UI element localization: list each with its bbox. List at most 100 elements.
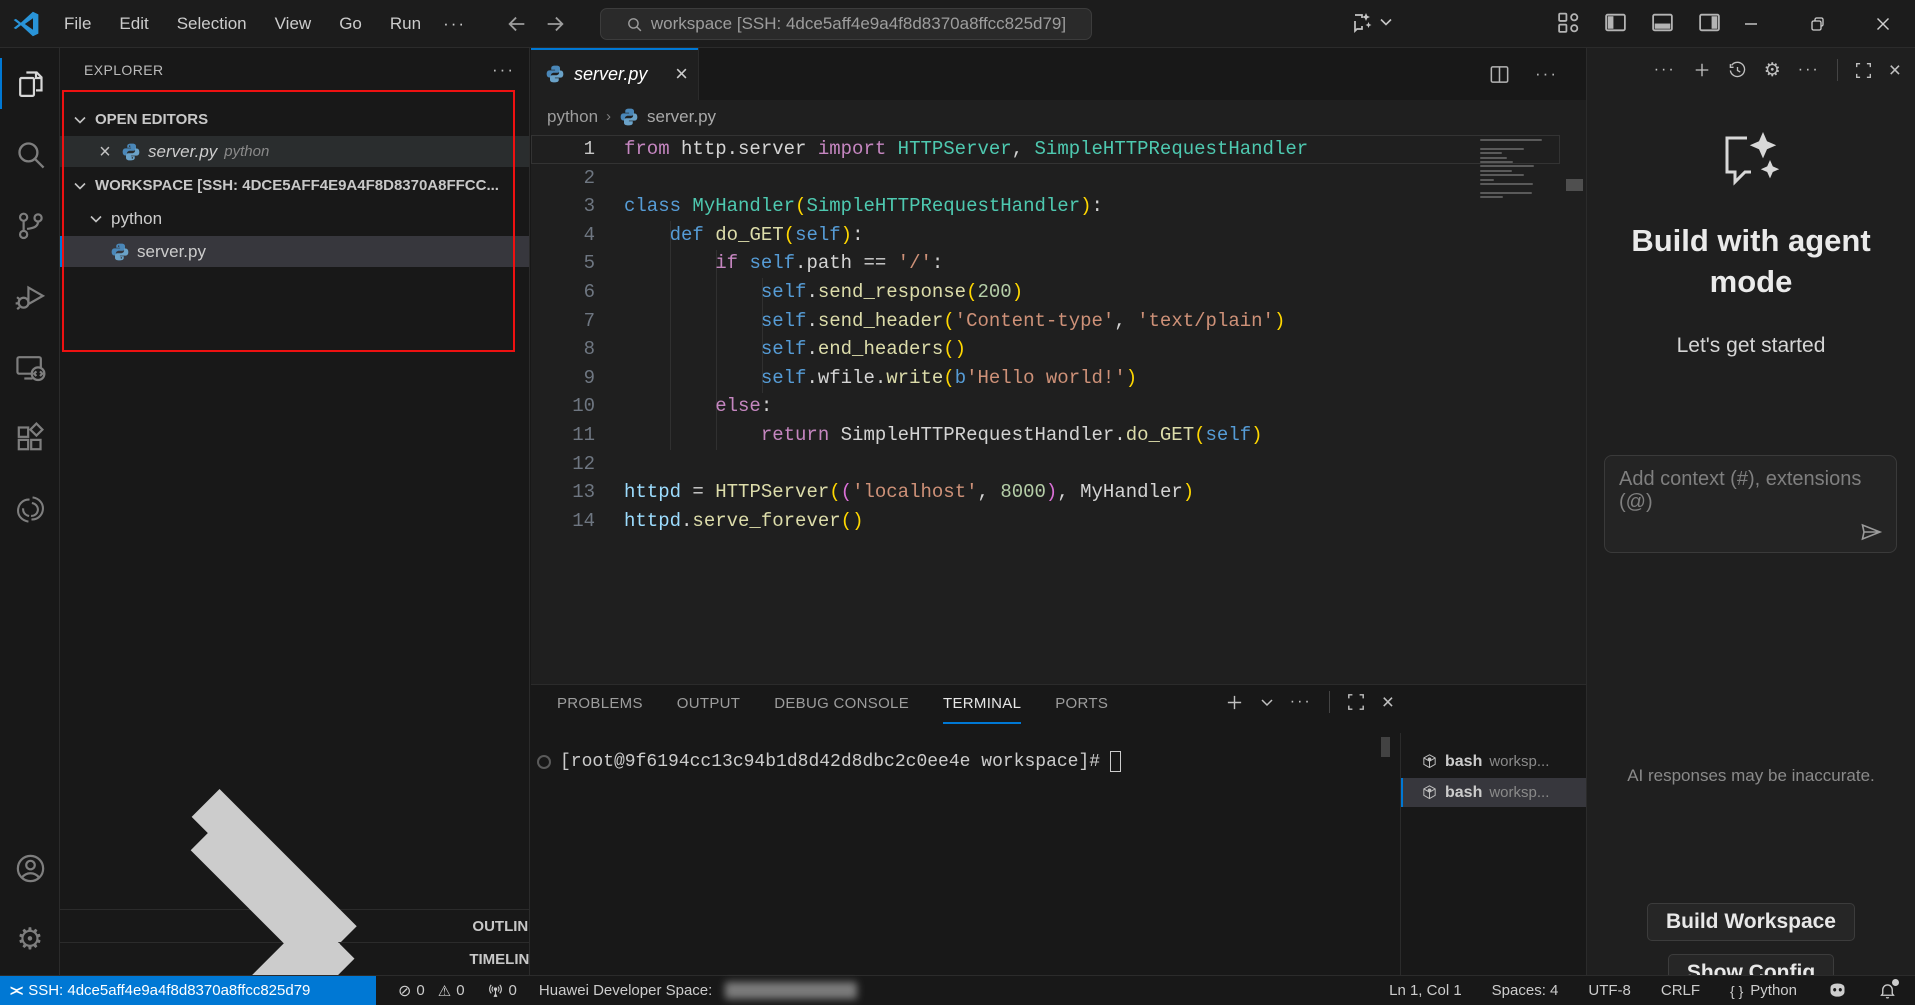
chat-more-actions-icon[interactable]: ··· [1798, 61, 1820, 79]
remote-explorer-icon[interactable] [0, 332, 60, 403]
code-line-6[interactable]: 6 self.send_response(200) [531, 278, 1560, 307]
command-decoration-icon[interactable] [537, 755, 551, 769]
chat-input-field[interactable] [1619, 468, 1882, 512]
huawei-status[interactable]: Huawei Developer Space: [539, 982, 857, 999]
menu-overflow-button[interactable]: ··· [433, 9, 476, 39]
panel-tab-terminal[interactable]: TERMINAL [943, 685, 1021, 724]
code-line-7[interactable]: 7 self.send_header('Content-type', 'text… [531, 307, 1560, 336]
toggle-primary-sidebar-icon[interactable] [1603, 10, 1628, 35]
tab-close-icon[interactable]: × [675, 61, 688, 87]
open-editor-item-serverpy[interactable]: × server.py python [60, 136, 529, 167]
line-number: 6 [531, 278, 595, 307]
huawei-cloud-icon[interactable] [0, 474, 60, 545]
code-editor[interactable]: 1from http.server import HTTPServer, Sim… [531, 133, 1586, 684]
code-line-14[interactable]: 14httpd.serve_forever() [531, 507, 1560, 536]
terminal-content[interactable]: [root@9f6194cc13c94b1d8d42d8dbc2c0ee4e w… [531, 737, 1380, 975]
editor-scrollbar-thumb[interactable] [1566, 179, 1583, 191]
code-line-12[interactable]: 12 [531, 450, 1560, 479]
code-line-13[interactable]: 13httpd = HTTPServer(('localhost', 8000)… [531, 478, 1560, 507]
account-icon[interactable] [0, 833, 60, 904]
terminal-scrollbar-thumb[interactable] [1381, 737, 1390, 757]
settings-gear-icon[interactable]: ⚙ [0, 904, 60, 975]
menu-go[interactable]: Go [327, 9, 374, 39]
menu-edit[interactable]: Edit [107, 9, 160, 39]
panel-tab-debug-console[interactable]: DEBUG CONSOLE [774, 685, 909, 724]
menu-view[interactable]: View [263, 9, 324, 39]
menu-run[interactable]: Run [378, 9, 433, 39]
folder-item-python[interactable]: python [60, 203, 529, 234]
tab-serverpy[interactable]: server.py × [531, 48, 699, 100]
cursor-position[interactable]: Ln 1, Col 1 [1389, 982, 1462, 999]
send-icon[interactable] [1860, 520, 1884, 544]
maximize-chat-icon[interactable] [1855, 62, 1872, 79]
indentation[interactable]: Spaces: 4 [1492, 982, 1559, 999]
open-editors-header[interactable]: OPEN EDITORS [60, 104, 529, 135]
close-window-button[interactable] [1850, 0, 1915, 48]
panel-tab-problems[interactable]: PROBLEMS [557, 685, 643, 724]
encoding[interactable]: UTF-8 [1588, 982, 1631, 999]
file-item-serverpy[interactable]: server.py [60, 236, 529, 267]
code-line-3[interactable]: 3class MyHandler(SimpleHTTPRequestHandle… [531, 192, 1560, 221]
menu-selection[interactable]: Selection [165, 9, 259, 39]
code-line-5[interactable]: 5 if self.path == '/': [531, 249, 1560, 278]
toggle-panel-icon[interactable] [1650, 10, 1675, 35]
close-editor-icon[interactable]: × [96, 142, 114, 162]
editor-scrollbar[interactable] [1560, 133, 1586, 684]
terminal-dropdown-chevron-icon[interactable] [1261, 698, 1273, 707]
close-chat-icon[interactable]: × [1889, 60, 1901, 81]
minimize-button[interactable] [1718, 0, 1784, 48]
problems-status[interactable]: ⊘ 0 ⚠ 0 [398, 981, 465, 1001]
back-arrow-icon[interactable] [506, 13, 528, 35]
terminal-list-item-2[interactable]: $bashworksp... [1401, 778, 1586, 807]
editor-more-actions-icon[interactable]: ··· [1535, 64, 1558, 84]
menu-file[interactable]: File [52, 9, 103, 39]
copilot-menu-button[interactable] [1350, 10, 1392, 34]
new-chat-icon[interactable] [1693, 61, 1711, 79]
extensions-icon[interactable] [0, 403, 60, 474]
timeline-section-header[interactable]: TIMELINE [60, 942, 529, 975]
new-terminal-icon[interactable] [1225, 693, 1244, 712]
explorer-more-actions[interactable]: ··· [492, 60, 515, 80]
customize-layout-icon[interactable] [1556, 10, 1581, 35]
breadcrumb-file[interactable]: server.py [647, 107, 716, 127]
run-and-debug-icon[interactable] [0, 261, 60, 332]
breadcrumb-folder[interactable]: python [547, 107, 598, 127]
workspace-section-header[interactable]: WORKSPACE [SSH: 4DCE5AFF4E9A4F8D8370A8FF… [60, 170, 529, 201]
code-line-9[interactable]: 9 self.wfile.write(b'Hello world!') [531, 364, 1560, 393]
code-line-4[interactable]: 4 def do_GET(self): [531, 221, 1560, 250]
chat-views-more-icon[interactable]: ··· [1654, 61, 1676, 79]
eol-sequence[interactable]: CRLF [1661, 982, 1700, 999]
restore-button[interactable] [1784, 0, 1850, 48]
breadcrumb[interactable]: python › server.py [531, 100, 1586, 133]
build-workspace-button[interactable]: Build Workspace [1647, 903, 1855, 941]
explorer-icon[interactable] [0, 48, 60, 119]
code-line-11[interactable]: 11 return SimpleHTTPRequestHandler.do_GE… [531, 421, 1560, 450]
code-line-2[interactable]: 2 [531, 164, 1560, 193]
chat-settings-gear-icon[interactable]: ⚙ [1764, 61, 1781, 80]
close-panel-icon[interactable]: × [1382, 692, 1394, 713]
language-mode[interactable]: { } Python [1730, 982, 1797, 999]
remote-indicator[interactable]: >< SSH: 4dce5aff4e9a4f8d8370a8ffcc825d79 [0, 976, 376, 1005]
chat-input-box[interactable] [1604, 455, 1897, 553]
forward-arrow-icon[interactable] [544, 13, 566, 35]
python-file-icon [121, 142, 141, 162]
code-line-10[interactable]: 10 else: [531, 392, 1560, 421]
split-editor-icon[interactable] [1488, 63, 1511, 86]
source-control-icon[interactable] [0, 190, 60, 261]
terminal-list-item-1[interactable]: $bashworksp... [1401, 747, 1586, 776]
command-center-search[interactable]: workspace [SSH: 4dce5aff4e9a4f8d8370a8ff… [600, 8, 1092, 40]
code-line-1[interactable]: 1from http.server import HTTPServer, Sim… [531, 135, 1560, 164]
terminal-desc: worksp... [1489, 784, 1549, 801]
maximize-panel-icon[interactable] [1347, 693, 1365, 711]
search-view-icon[interactable] [0, 119, 60, 190]
panel-more-actions-icon[interactable]: ··· [1290, 693, 1312, 711]
ports-status[interactable]: 0 [487, 982, 517, 999]
chat-panel: ··· ⚙ ··· × Build with agent mode Let's … [1586, 48, 1915, 975]
panel-tab-output[interactable]: OUTPUT [677, 685, 740, 724]
panel-tab-ports[interactable]: PORTS [1055, 685, 1108, 724]
notifications-bell[interactable] [1878, 981, 1897, 1000]
copilot-status-icon[interactable] [1827, 980, 1848, 1001]
chat-history-icon[interactable] [1728, 61, 1747, 80]
code-line-8[interactable]: 8 self.end_headers() [531, 335, 1560, 364]
minimap[interactable] [1476, 133, 1560, 263]
